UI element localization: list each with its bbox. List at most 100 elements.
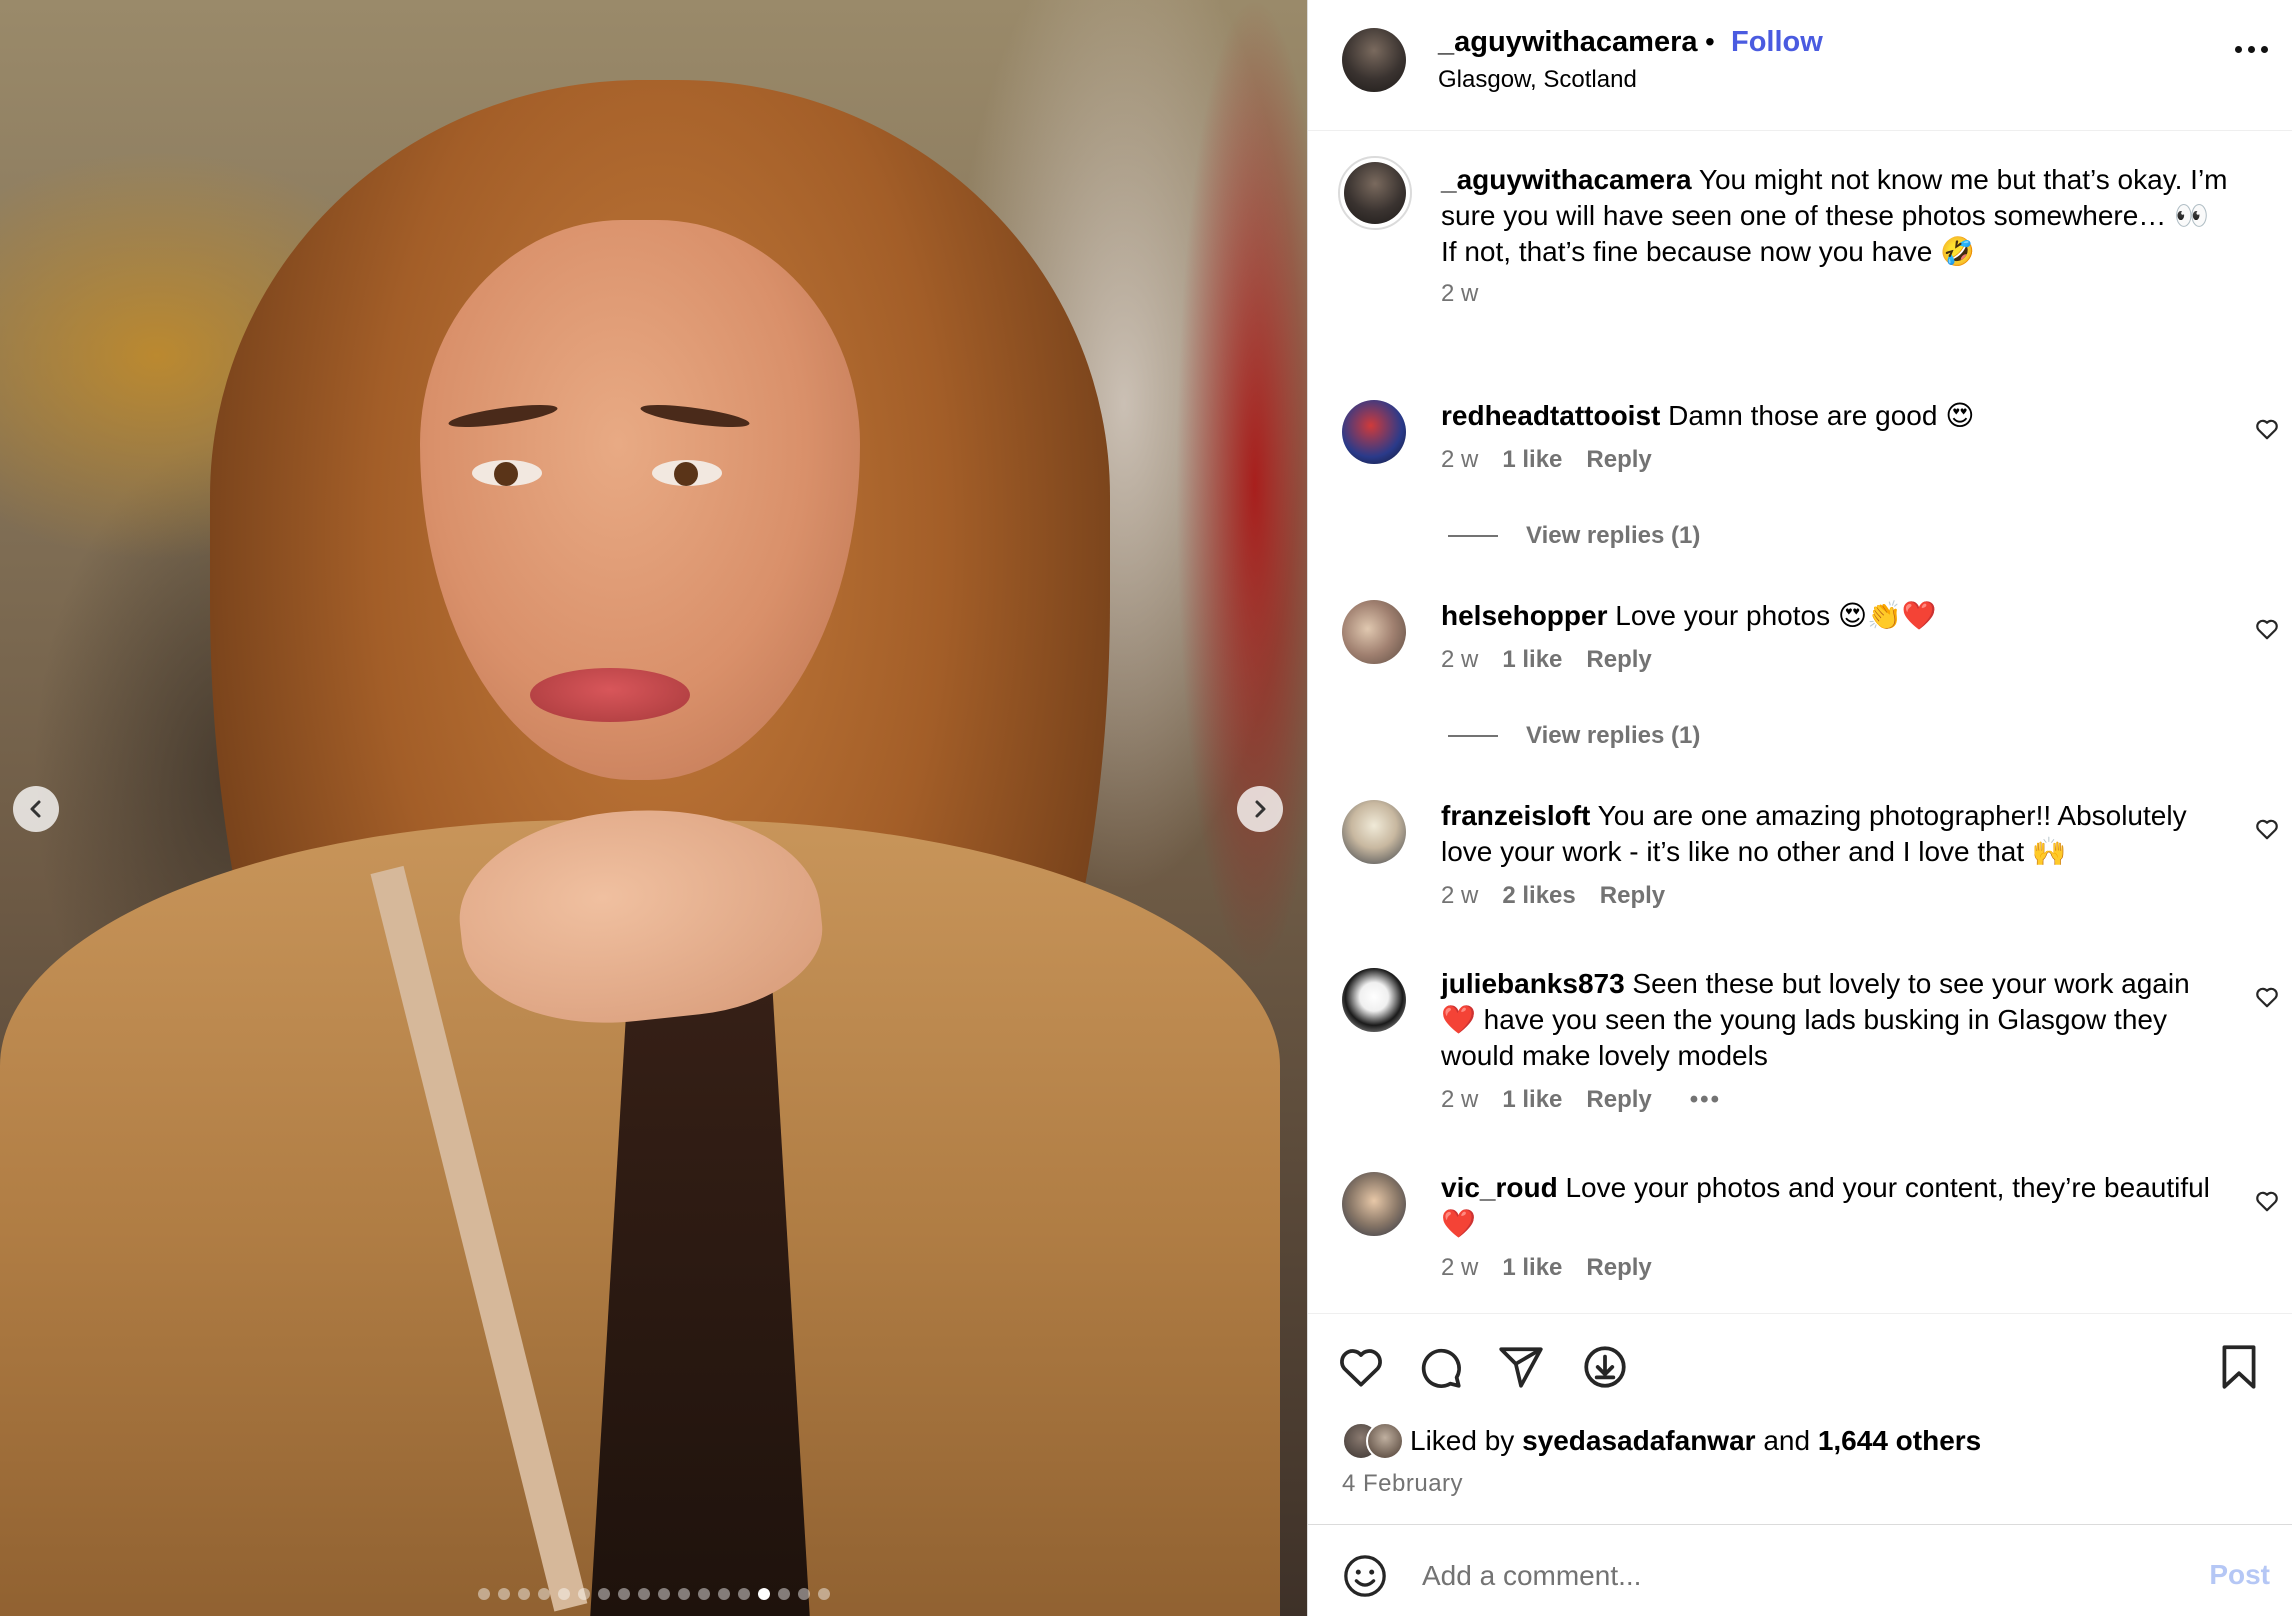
reply-button[interactable]: Reply: [1586, 1086, 1651, 1114]
view-replies-label: View replies (1): [1526, 722, 1701, 749]
post-location[interactable]: Glasgow, Scotland: [1438, 66, 1637, 94]
comment-text: redheadtattooist Damn those are good 😍: [1441, 398, 2231, 434]
comment-more-icon[interactable]: •••: [1690, 1086, 1721, 1114]
comment-icon[interactable]: [1416, 1342, 1466, 1392]
liked-by-and: and: [1755, 1425, 1818, 1456]
more-options-icon[interactable]: [2235, 46, 2268, 53]
caption-avatar: [1344, 162, 1406, 224]
comment-text: juliebanks873 Seen these but lovely to s…: [1441, 966, 2231, 1074]
comment-username[interactable]: franzeisloft: [1441, 800, 1590, 831]
author-avatar[interactable]: [1342, 28, 1406, 92]
comment-item: franzeisloft You are one amazing photogr…: [1308, 798, 2292, 948]
comment-username[interactable]: helsehopper: [1441, 600, 1607, 631]
carousel-dot: [557, 1588, 570, 1600]
download-icon[interactable]: [1580, 1342, 1630, 1392]
comment-item: helsehopper Love your photos 😍👏❤️ 2 w 1 …: [1308, 598, 2292, 778]
reply-button[interactable]: Reply: [1586, 646, 1651, 674]
post-date[interactable]: 4 February: [1342, 1470, 1463, 1498]
carousel-dot: [497, 1588, 510, 1600]
comment-time[interactable]: 2 w: [1441, 646, 1478, 674]
chevron-right-icon: [1255, 800, 1266, 818]
comment-meta: 2 w 2 likes Reply: [1441, 882, 2231, 910]
carousel-dot: [617, 1588, 630, 1600]
reply-button[interactable]: Reply: [1586, 1254, 1651, 1282]
comment-item: juliebanks873 Seen these but lovely to s…: [1308, 966, 2292, 1152]
caption-username[interactable]: _aguywithacamera: [1441, 164, 1692, 195]
bookmark-icon[interactable]: [2214, 1342, 2264, 1392]
comment-likes[interactable]: 1 like: [1502, 646, 1562, 674]
reply-button[interactable]: Reply: [1600, 882, 1665, 910]
liked-by-prefix: Liked by: [1410, 1425, 1523, 1456]
comment-time[interactable]: 2 w: [1441, 1254, 1478, 1282]
author-username[interactable]: _aguywithacamera: [1438, 26, 1698, 59]
header-separator: •: [1705, 26, 1715, 57]
comment-input[interactable]: [1420, 1555, 2124, 1597]
carousel-dot: [697, 1588, 710, 1600]
comment-text: franzeisloft You are one amazing photogr…: [1441, 798, 2231, 870]
comment-time[interactable]: 2 w: [1441, 1086, 1478, 1114]
next-photo-button[interactable]: [1237, 786, 1283, 832]
comment-likes[interactable]: 2 likes: [1502, 882, 1575, 910]
comment-avatar[interactable]: [1342, 1172, 1406, 1236]
carousel-dot: [777, 1588, 790, 1600]
post-actions: Liked by syedasadafanwar and 1,644 other…: [1308, 1313, 2292, 1524]
caption-time[interactable]: 2 w: [1441, 280, 1478, 308]
carousel-dot: [597, 1588, 610, 1600]
comment-heart-icon[interactable]: [2254, 984, 2280, 1010]
comment-likes[interactable]: 1 like: [1502, 1254, 1562, 1282]
comment-heart-icon[interactable]: [2254, 816, 2280, 842]
caption-line-2: If not, that’s fine because now you have…: [1441, 236, 1976, 267]
view-replies-label: View replies (1): [1526, 522, 1701, 549]
carousel-dot: [637, 1588, 650, 1600]
comment-likes[interactable]: 1 like: [1502, 1086, 1562, 1114]
photo-eye-right: [652, 460, 722, 486]
comment-body: franzeisloft You are one amazing photogr…: [1441, 798, 2231, 910]
reply-button[interactable]: Reply: [1586, 446, 1651, 474]
comment-username[interactable]: juliebanks873: [1441, 968, 1625, 999]
post-header: _aguywithacamera • Follow Glasgow, Scotl…: [1308, 0, 2292, 131]
carousel-dot: [817, 1588, 830, 1600]
carousel-dot: [537, 1588, 550, 1600]
view-replies-button[interactable]: View replies (1): [1448, 722, 1700, 750]
comment-meta: 2 w 1 like Reply: [1441, 646, 2231, 674]
carousel-dot: [577, 1588, 590, 1600]
comment-body: helsehopper Love your photos 😍👏❤️ 2 w 1 …: [1441, 598, 2231, 674]
post-photo[interactable]: [0, 0, 1307, 1616]
carousel-dot: [677, 1588, 690, 1600]
view-replies-button[interactable]: View replies (1): [1448, 522, 1700, 550]
comment-time[interactable]: 2 w: [1441, 446, 1478, 474]
follow-button[interactable]: Follow: [1731, 26, 1823, 59]
comment-heart-icon[interactable]: [2254, 616, 2280, 642]
liked-by-others[interactable]: 1,644 others: [1818, 1425, 1981, 1456]
post-side-panel: _aguywithacamera • Follow Glasgow, Scotl…: [1307, 0, 2292, 1616]
comment-likes[interactable]: 1 like: [1502, 446, 1562, 474]
liked-by-avatars[interactable]: [1342, 1422, 1404, 1460]
comment-body: redheadtattooist Damn those are good 😍 2…: [1441, 398, 2231, 474]
prev-photo-button[interactable]: [13, 786, 59, 832]
photo-eye-left: [472, 460, 542, 486]
post-comment-button[interactable]: Post: [2209, 1559, 2270, 1591]
comment-heart-icon[interactable]: [2254, 416, 2280, 442]
smiley-icon[interactable]: [1342, 1553, 1388, 1599]
comment-avatar[interactable]: [1342, 600, 1406, 664]
comment-username[interactable]: vic_roud: [1441, 1172, 1558, 1203]
comment-text: vic_roud Love your photos and your conte…: [1441, 1170, 2231, 1242]
comment-body: juliebanks873 Seen these but lovely to s…: [1441, 966, 2231, 1114]
comment-avatar[interactable]: [1342, 968, 1406, 1032]
add-comment-bar: Post: [1308, 1524, 2292, 1617]
liked-by: Liked by syedasadafanwar and 1,644 other…: [1342, 1422, 1981, 1460]
comment-username[interactable]: redheadtattooist: [1441, 400, 1660, 431]
carousel-dot: [757, 1588, 770, 1600]
comment-avatar[interactable]: [1342, 800, 1406, 864]
heart-icon[interactable]: [1336, 1342, 1386, 1392]
comment-time[interactable]: 2 w: [1441, 882, 1478, 910]
caption-avatar-ring[interactable]: [1338, 156, 1412, 230]
view-replies-line: [1448, 535, 1498, 537]
carousel-dot: [737, 1588, 750, 1600]
view-replies-line: [1448, 735, 1498, 737]
liked-by-user[interactable]: syedasadafanwar: [1522, 1425, 1755, 1456]
send-icon[interactable]: [1496, 1342, 1546, 1392]
comment-avatar[interactable]: [1342, 400, 1406, 464]
comment-meta: 2 w 1 like Reply: [1441, 446, 2231, 474]
comment-heart-icon[interactable]: [2254, 1188, 2280, 1214]
